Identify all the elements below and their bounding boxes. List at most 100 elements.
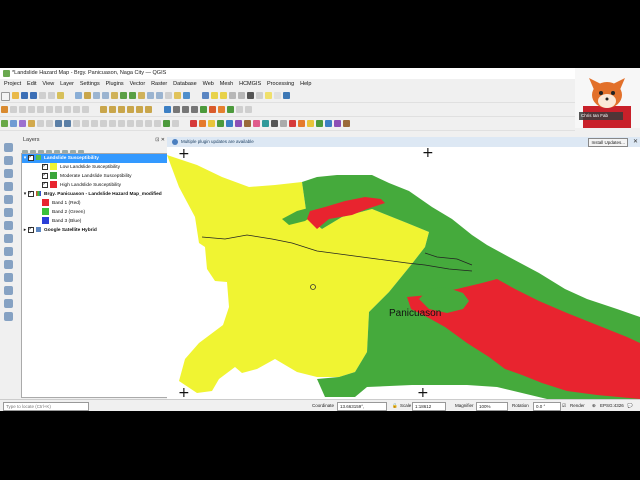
plugin-teal-icon[interactable]	[262, 120, 270, 127]
attribute-table-icon[interactable]	[228, 92, 236, 99]
magnifier-field[interactable]: 100%	[476, 402, 508, 411]
add-wfs-icon[interactable]	[73, 120, 80, 127]
refresh-icon[interactable]	[183, 92, 191, 99]
digitize-vertex-icon[interactable]	[4, 143, 13, 152]
plugin-blue2-icon[interactable]	[325, 120, 333, 127]
add-spatialite-icon[interactable]	[46, 120, 53, 127]
scale-field[interactable]: 1:18612	[412, 402, 446, 411]
label-move-icon[interactable]	[127, 106, 135, 113]
gps-icon[interactable]	[145, 120, 152, 127]
zoom-next-icon[interactable]	[156, 92, 164, 99]
delete-selected-icon[interactable]	[37, 106, 44, 113]
wfs-icon[interactable]	[4, 234, 13, 243]
menu-mesh[interactable]: Mesh	[220, 81, 233, 87]
menu-layer[interactable]: Layer	[60, 81, 74, 87]
save-as-icon[interactable]	[30, 92, 37, 99]
heatmap-icon[interactable]	[217, 106, 225, 113]
panel-close-icon[interactable]: ⊡ ✕	[155, 136, 165, 144]
menu-hcmgis[interactable]: HCMGIS	[239, 81, 261, 87]
statistics-icon[interactable]	[246, 92, 254, 99]
menu-processing[interactable]: Processing	[267, 81, 294, 87]
menu-settings[interactable]: Settings	[80, 81, 100, 87]
menu-view[interactable]: View	[42, 81, 54, 87]
virtual-layer-icon[interactable]	[109, 120, 116, 127]
globe-icon[interactable]	[4, 208, 13, 217]
pan-icon[interactable]	[75, 92, 83, 99]
add-point-icon[interactable]	[19, 106, 26, 113]
osm-icon[interactable]	[163, 120, 170, 127]
quickmapservices-icon[interactable]	[199, 106, 207, 113]
zoom-out-icon[interactable]	[102, 92, 110, 99]
paste-features-icon[interactable]	[64, 106, 71, 113]
layer-visibility-checkbox[interactable]	[28, 153, 34, 162]
zoom-in-icon[interactable]	[93, 92, 101, 99]
label-tool-icon[interactable]	[100, 106, 108, 113]
label-show-icon[interactable]	[118, 106, 126, 113]
georef-icon[interactable]	[4, 156, 13, 165]
install-updates-button[interactable]: Install Updates...	[588, 138, 628, 147]
render-checkbox[interactable]: ☑	[562, 402, 566, 410]
history-icon[interactable]	[181, 106, 189, 113]
spatialite-icon[interactable]	[4, 260, 13, 269]
menu-project[interactable]: Project	[4, 81, 21, 87]
add-wms-icon[interactable]	[64, 120, 71, 127]
identify-icon[interactable]	[201, 92, 209, 99]
zoom-layer-icon[interactable]	[129, 92, 137, 99]
hcmgis-icon[interactable]	[172, 120, 179, 127]
digitize-shape-icon[interactable]	[235, 106, 243, 113]
copy-features-icon[interactable]	[55, 106, 62, 113]
bookmark-icon[interactable]	[174, 92, 182, 99]
field-calculator-icon[interactable]	[237, 92, 245, 99]
save-project-icon[interactable]	[21, 92, 28, 99]
graphical-modeler-icon[interactable]	[172, 106, 180, 113]
vertex-tool-icon[interactable]	[28, 106, 35, 113]
layer-google-satellite[interactable]: ▸Google Satellite Hybrid	[22, 225, 167, 235]
menu-plugins[interactable]: Plugins	[106, 81, 124, 87]
plugin-orange-icon[interactable]	[199, 120, 207, 127]
plugin-brown2-icon[interactable]	[343, 120, 351, 127]
layer-raster-hazard-map[interactable]: ▾Brgy. Panicuason - Landslide Hazard Map…	[22, 189, 167, 199]
add-postgis-icon[interactable]	[55, 120, 62, 127]
menu-web[interactable]: Web	[203, 81, 214, 87]
point-icon[interactable]	[4, 182, 13, 191]
new-project-icon[interactable]	[1, 92, 10, 101]
add-xyz-icon[interactable]	[82, 120, 89, 127]
plugin-misc-icon[interactable]	[244, 106, 252, 113]
plugin-blue-icon[interactable]	[226, 120, 234, 127]
qms-search-icon[interactable]	[226, 106, 234, 113]
plugin-pink-icon[interactable]	[253, 120, 261, 127]
map-tips-icon[interactable]	[264, 92, 272, 99]
zoom-last-icon[interactable]	[147, 92, 155, 99]
style-manager-icon[interactable]	[57, 92, 64, 99]
plugin-purple2-icon[interactable]	[334, 120, 342, 127]
postgres-icon[interactable]	[4, 299, 13, 308]
add-vector-layer-icon[interactable]	[1, 120, 8, 127]
layer-visibility-checkbox[interactable]	[28, 225, 34, 234]
legend-high[interactable]: High Landslide Susceptibility	[22, 180, 167, 190]
database-icon[interactable]	[4, 273, 13, 282]
messages-icon[interactable]: 💬	[627, 402, 633, 410]
print-layout-icon[interactable]	[39, 92, 46, 99]
plugin-yellow2-icon[interactable]	[307, 120, 315, 127]
plugin-green-icon[interactable]	[217, 120, 225, 127]
text-annotation-icon[interactable]	[273, 92, 281, 99]
label-rotate-icon[interactable]	[136, 106, 144, 113]
undo-icon[interactable]	[73, 106, 80, 113]
add-raster-layer-icon[interactable]	[10, 120, 17, 127]
map-canvas[interactable]: + + + + Panicuason	[167, 147, 640, 399]
coordinate-capture-icon[interactable]	[154, 120, 161, 127]
grid-icon[interactable]	[4, 286, 13, 295]
plugin-red2-icon[interactable]	[289, 120, 297, 127]
class-checkbox[interactable]	[42, 180, 48, 189]
close-message-icon[interactable]: ✕	[633, 137, 638, 147]
oracle-icon[interactable]	[4, 312, 13, 321]
zoom-selection-icon[interactable]	[138, 92, 146, 99]
polygon-icon[interactable]	[4, 169, 13, 178]
add-mesh-layer-icon[interactable]	[19, 120, 26, 127]
style-icon[interactable]	[127, 120, 134, 127]
menu-vector[interactable]: Vector	[130, 81, 146, 87]
raster-calculator-icon[interactable]	[136, 120, 143, 127]
crs-button[interactable]: EPSG:4326	[600, 402, 624, 410]
add-geopackage-icon[interactable]	[37, 120, 44, 127]
redo-icon[interactable]	[82, 106, 89, 113]
